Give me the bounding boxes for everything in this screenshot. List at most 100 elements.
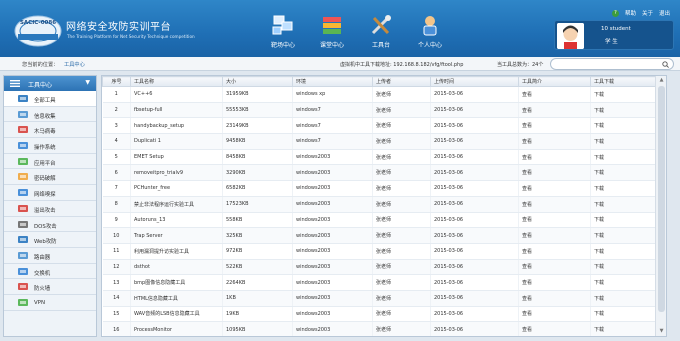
sidebar-item[interactable]: 防火墙	[4, 279, 96, 295]
upload-time: 2015-03-06	[430, 133, 519, 150]
sidebar-item[interactable]: 应用平台	[4, 154, 96, 170]
tool-environment: windows2003	[292, 290, 373, 307]
tool-name: fbsetup-full	[130, 102, 223, 119]
view-detail-link[interactable]: 查看	[518, 196, 591, 213]
view-detail-link[interactable]: 查看	[518, 227, 591, 244]
view-detail-link[interactable]: 查看	[518, 133, 591, 150]
view-detail-link[interactable]: 查看	[518, 102, 591, 119]
sidebar-item[interactable]: VPN	[4, 295, 96, 311]
sidebar-item[interactable]: Web攻防	[4, 232, 96, 248]
row-index: 6	[102, 164, 131, 182]
scroll-up-icon[interactable]: ▲	[658, 77, 665, 84]
download-link[interactable]: 下载	[590, 212, 657, 229]
sidebar-item[interactable]: 信息收集	[4, 107, 96, 123]
nav-personal-center[interactable]: 个人中心	[405, 14, 455, 49]
view-detail-link[interactable]: 查看	[518, 290, 591, 307]
tool-size: 55553KB	[222, 102, 293, 119]
tool-size: 8458KB	[222, 149, 293, 166]
sidebar-item[interactable]: 路由器	[4, 248, 96, 264]
uploader: 张老师	[372, 117, 431, 135]
search-icon[interactable]	[662, 61, 669, 68]
download-link[interactable]: 下载	[590, 321, 657, 336]
sidebar-item[interactable]: 操作系统	[4, 138, 96, 154]
download-link[interactable]: 下载	[590, 290, 657, 307]
scrollbar-thumb[interactable]	[658, 86, 665, 312]
uploader: 张老师	[372, 149, 431, 166]
ftp-address: 虚拟机中工具下载地址: 192.168.8.182/vfg/ftool.php	[340, 62, 464, 68]
column-header: 大小	[222, 76, 293, 87]
sidebar-item-label: 网络嗅探	[34, 192, 56, 199]
system-subtitle: The Training Platform for Net Security T…	[67, 34, 195, 39]
sidebar-header-label: 工具中心	[28, 82, 53, 89]
about-link[interactable]: 关于	[642, 9, 653, 17]
sidebar-list: 全部工具 信息收集 木马病毒 操作系统 应用平台 密码破解网络嗅探溢出攻击 DOS攻击 Web…	[4, 91, 96, 311]
view-detail-link[interactable]: 查看	[518, 117, 591, 135]
download-link[interactable]: 下载	[590, 306, 657, 323]
view-detail-link[interactable]: 查看	[518, 243, 591, 260]
view-detail-link[interactable]: 查看	[518, 321, 591, 336]
tool-size: 1095KB	[222, 321, 293, 336]
nav-label: 个人中心	[417, 42, 442, 49]
vertical-scrollbar[interactable]: ▲ ▼	[655, 76, 666, 336]
download-link[interactable]: 下载	[590, 86, 657, 103]
search-input[interactable]	[550, 58, 674, 70]
sidebar-header[interactable]: 工具中心 ▼	[4, 76, 96, 91]
download-link[interactable]: 下载	[590, 149, 657, 166]
view-detail-link[interactable]: 查看	[518, 306, 591, 323]
column-header: 上传者	[372, 76, 431, 87]
personal-center-icon	[423, 16, 437, 36]
download-link[interactable]: 下载	[590, 117, 657, 135]
download-link[interactable]: 下载	[590, 102, 657, 119]
view-detail-link[interactable]: 查看	[518, 274, 591, 291]
uploader: 张老师	[372, 290, 431, 307]
nav-classroom[interactable]: 课堂中心	[307, 14, 357, 49]
view-detail-link[interactable]: 查看	[518, 164, 591, 182]
upload-time: 2015-03-06	[430, 149, 519, 166]
tool-size: 522KB	[222, 259, 293, 276]
help-link[interactable]: 帮助	[625, 9, 636, 17]
upload-time: 2015-03-06	[430, 259, 519, 276]
sidebar-item[interactable]: 全部工具	[4, 91, 96, 107]
sidebar-item[interactable]: 交换机	[4, 264, 96, 280]
tool-environment: windows2003	[292, 212, 373, 229]
download-link[interactable]: 下载	[590, 164, 657, 182]
sidebar-item[interactable]: 溢出攻击	[4, 201, 96, 217]
download-link[interactable]: 下载	[590, 274, 657, 291]
scroll-down-icon[interactable]: ▼	[658, 328, 665, 335]
download-link[interactable]: 下载	[590, 133, 657, 150]
tool-environment: windows2003	[292, 149, 373, 166]
uploader: 张老师	[372, 180, 431, 197]
view-detail-link[interactable]: 查看	[518, 149, 591, 166]
sidebar-item[interactable]: 密码破解	[4, 169, 96, 186]
category-icon	[18, 220, 28, 228]
category-icon	[18, 189, 28, 197]
category-icon	[18, 298, 28, 306]
download-link[interactable]: 下载	[590, 180, 657, 197]
sidebar-item[interactable]: 木马病毒	[4, 122, 96, 139]
download-link[interactable]: 下载	[590, 196, 657, 213]
column-header: 工具下载	[590, 76, 657, 87]
sidebar-item[interactable]: 网络嗅探	[4, 185, 96, 201]
view-detail-link[interactable]: 查看	[518, 212, 591, 229]
view-detail-link[interactable]: 查看	[518, 259, 591, 276]
row-index: 4	[102, 133, 131, 150]
sidebar-item[interactable]: DOS攻击	[4, 217, 96, 233]
tool-table: 序号 工具名称 大小 环境 上传者 上传时间 工具简介 工具下载 1 VC++6 31959KB w…	[102, 76, 657, 336]
location-current[interactable]: 工具中心	[64, 61, 85, 68]
download-link[interactable]: 下载	[590, 227, 657, 244]
nav-target-center[interactable]: 靶场中心	[258, 14, 308, 49]
download-link[interactable]: 下载	[590, 259, 657, 276]
classroom-icon	[323, 17, 341, 34]
download-link[interactable]: 下载	[590, 243, 657, 260]
system-title: 网络安全攻防实训平台	[66, 22, 171, 33]
view-detail-link[interactable]: 查看	[518, 180, 591, 197]
nav-tools[interactable]: 工具台	[356, 14, 406, 49]
tool-size: 972KB	[222, 243, 293, 260]
table-row: 7 PCHunter_free 6582KB windows2003 张老师 2015-0…	[102, 180, 657, 197]
table-row: 16 ProcessMonitor 1095KB windows2003 张老师 2015…	[102, 321, 657, 336]
tool-environment: windows2003	[292, 227, 373, 244]
view-detail-link[interactable]: 查看	[518, 86, 591, 103]
sidebar-item-label: 交换机	[34, 270, 51, 277]
row-index: 11	[102, 243, 131, 260]
logout-link[interactable]: 退出	[659, 9, 670, 17]
